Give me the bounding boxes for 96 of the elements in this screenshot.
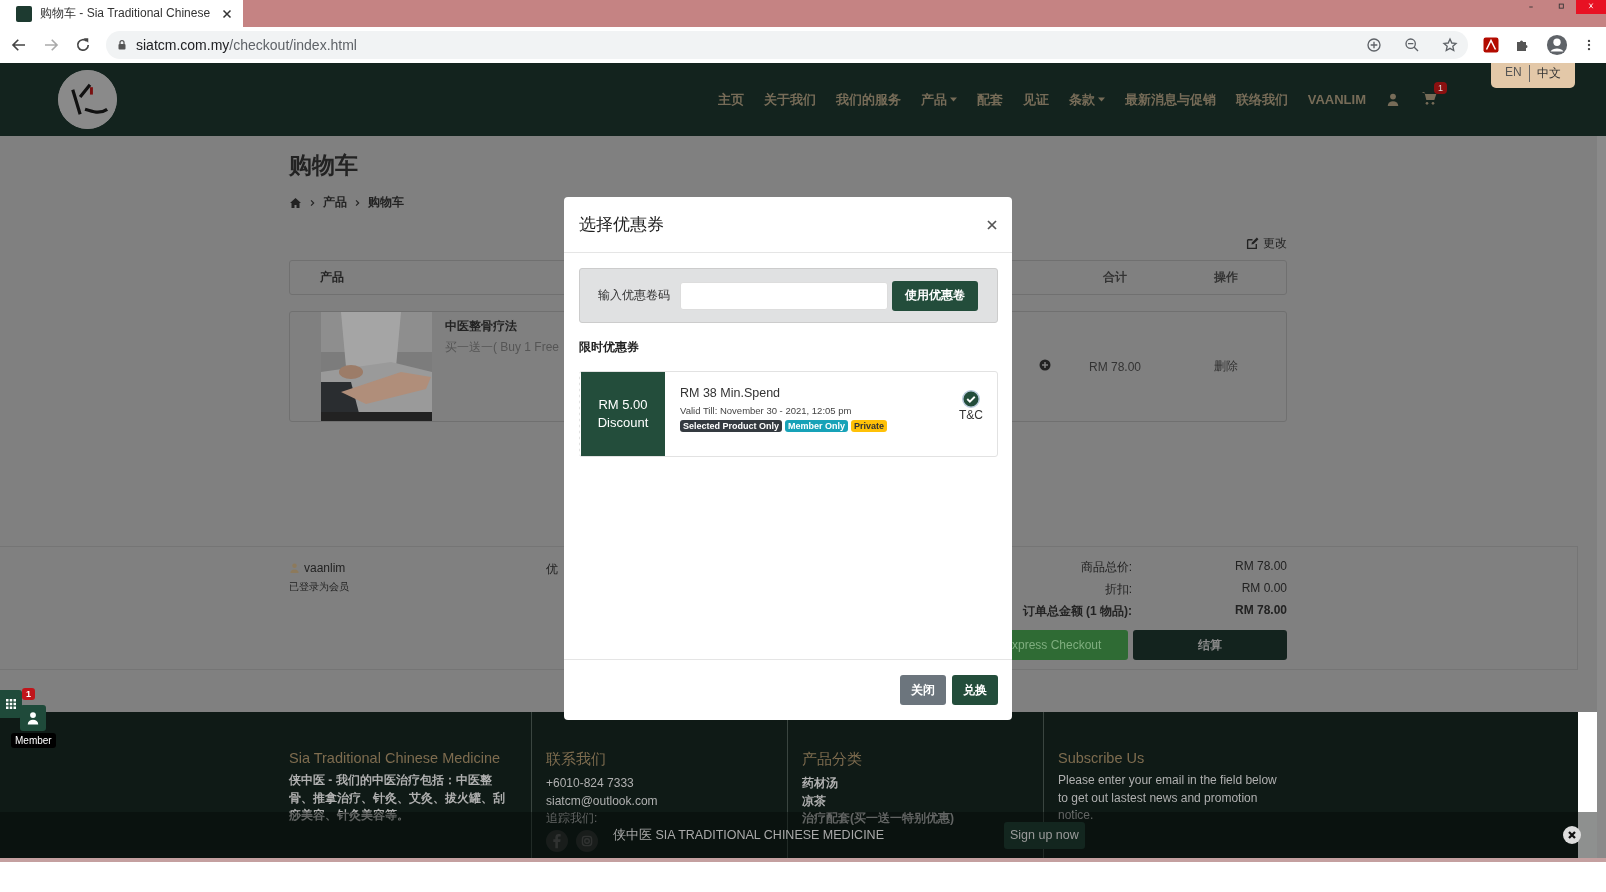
notification-badge: 1 — [22, 688, 35, 700]
user-link[interactable]: VAANLIM — [1307, 92, 1366, 107]
dialog-title: 选择优惠券 — [579, 214, 665, 236]
star-icon[interactable] — [1442, 37, 1458, 53]
tag: Private — [851, 420, 888, 432]
login-status: 已登录为会员 — [289, 580, 350, 594]
coupon-amount: RM 5.00 — [598, 396, 648, 414]
footer-link[interactable]: 治疗配套(买一送一特别优惠) — [802, 811, 954, 825]
delete-link[interactable]: 删除 — [1214, 359, 1238, 373]
nav-link[interactable]: 见证 — [1022, 90, 1049, 109]
edit-icon — [1246, 237, 1259, 250]
user-icon — [1386, 92, 1400, 107]
redeem-button[interactable]: 兑换 — [952, 675, 998, 705]
footer-text: 侠中医 - 我们的中医治疗包括：中医整骨、推拿治疗、针灸、艾灸、拔火罐、刮痧美容、针灸美容等。 — [289, 772, 506, 824]
favicon-icon — [16, 5, 32, 22]
pdf-icon[interactable] — [1482, 36, 1500, 54]
breadcrumb-link[interactable]: 产品 — [323, 194, 347, 211]
column-header: 产品 — [319, 269, 345, 286]
section-title: 限时优惠券 — [579, 339, 640, 356]
close-button[interactable] — [986, 218, 998, 231]
column-header: 合计 — [1102, 269, 1128, 286]
apps-button[interactable] — [0, 690, 22, 718]
summary-value: RM 78.00 — [1233, 559, 1287, 575]
breadcrumb-link[interactable]: 购物车 — [368, 194, 404, 211]
footer-link[interactable]: 凉茶 — [802, 793, 826, 808]
footer-heading: Sia Traditional Chinese Medicine — [289, 750, 502, 766]
nav-link[interactable]: 主页 — [717, 90, 744, 109]
close-button[interactable]: 关闭 — [900, 675, 946, 705]
coupon-amount-label: Discount — [597, 414, 649, 432]
footer-text: Please enter your email in the field below to get out lastest news and promotion notice. — [1058, 772, 1278, 824]
zoom-in-icon[interactable] — [1366, 37, 1382, 53]
sign-up-button[interactable]: Sign up now — [1004, 821, 1085, 849]
coupon-card[interactable]: RM 5.00 Discount RM 38 Min.Spend Valid Till: November 30 - 2021, 12:05 pm Selected Product Only Member Only Private T&C — [579, 371, 998, 457]
tag: Member Only — [785, 420, 849, 432]
grid-icon — [5, 698, 17, 710]
checkout-button[interactable]: 结算 — [1133, 630, 1287, 660]
summary-value: RM 0.00 — [1240, 581, 1287, 597]
product-name: 中医整骨疗法 — [445, 318, 518, 335]
coupon-code-field[interactable] — [680, 281, 888, 310]
lock-icon — [116, 39, 128, 51]
footer-heading: 产品分类 — [802, 750, 863, 769]
close-icon — [221, 7, 233, 20]
close-icon — [986, 218, 998, 231]
member-button[interactable] — [20, 705, 46, 731]
page-title: 购物车 — [289, 151, 359, 180]
footer-text: siatcm@outlook.com — [546, 792, 659, 810]
cart-count-badge: 1 — [1434, 81, 1447, 94]
nav-link[interactable]: 最新消息与促销 — [1124, 90, 1216, 109]
summary-value: RM 78.00 — [1233, 603, 1287, 619]
footer-text: +6010-824 7333 — [546, 775, 635, 792]
zoom-out-icon[interactable] — [1404, 37, 1420, 53]
summary-label: 订单总金额 (1 物品): — [1021, 603, 1132, 620]
min-spend: RM 38 Min.Spend — [680, 386, 782, 400]
tag: Selected Product Only — [680, 420, 783, 432]
nav-link[interactable]: 关于我们 — [763, 90, 816, 109]
user-icon — [26, 711, 40, 725]
address-bar[interactable]: siatcm.com.my/checkout/index.html — [106, 31, 1468, 59]
item-total: RM 78.00 — [1088, 359, 1142, 374]
cart-icon[interactable] — [1420, 89, 1438, 106]
nav-link[interactable]: 我们的服务 — [835, 90, 901, 109]
language-option[interactable]: 中文 — [1528, 65, 1568, 82]
footer-link[interactable]: 药材汤 — [802, 776, 838, 790]
member-tooltip: Member — [11, 733, 56, 748]
field-label: 输入优惠卷码 — [598, 287, 671, 304]
apply-coupon-button[interactable]: 使用优惠卷 — [892, 280, 978, 311]
edit-link[interactable]: 更改 — [1263, 235, 1287, 252]
profile-icon[interactable] — [1546, 34, 1568, 56]
chevron-right-icon — [354, 198, 361, 207]
home-icon[interactable] — [289, 196, 302, 209]
close-icon[interactable] — [1563, 826, 1581, 844]
footer-heading: 联系我们 — [546, 750, 607, 769]
reload-icon[interactable] — [74, 36, 92, 54]
nav-link[interactable]: 产品 — [920, 90, 957, 109]
summary-label: 商品总价: — [1079, 559, 1132, 576]
username: vaanlim — [304, 561, 346, 575]
browser-tab[interactable]: 购物车 - Sia Traditional Chinese — [0, 0, 243, 27]
language-option[interactable]: EN — [1498, 65, 1529, 82]
express-checkout-button[interactable]: xpress Checkout — [1012, 630, 1128, 660]
check-circle-icon[interactable] — [962, 390, 980, 408]
terms-link[interactable]: T&C — [959, 408, 983, 422]
nav-link[interactable]: 联络我们 — [1235, 90, 1288, 109]
plus-circle-icon[interactable] — [1039, 359, 1051, 371]
signup-text: 侠中医 SIA TRADITIONAL CHINESE MEDICINE — [613, 826, 884, 844]
footer-text: 追踪我们: — [546, 810, 599, 827]
valid-till: Valid Till: November 30 - 2021, 12:05 pm — [680, 405, 853, 416]
nav-link[interactable]: 配套 — [976, 90, 1003, 109]
footer-heading: Subscribe Us — [1058, 750, 1146, 766]
user-icon — [289, 562, 300, 574]
nav-link[interactable]: 条款 — [1068, 90, 1105, 109]
chevron-right-icon — [309, 198, 316, 207]
logo-drawing[interactable] — [58, 70, 117, 129]
column-header: 操作 — [1213, 269, 1239, 286]
coupon-label: 优 — [546, 561, 559, 578]
scrollbar[interactable] — [1597, 136, 1606, 858]
back-icon[interactable] — [10, 36, 28, 54]
summary-label: 折扣: — [1103, 581, 1132, 598]
